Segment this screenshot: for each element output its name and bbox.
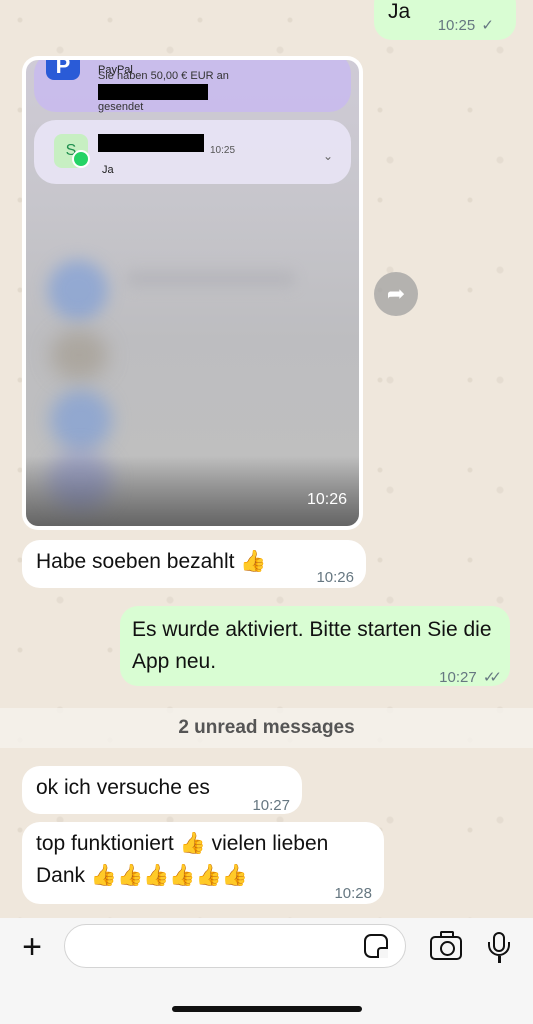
paypal-logo-icon: P [46, 60, 80, 80]
message-time: 10:26 [316, 569, 354, 586]
camera-icon[interactable] [430, 931, 462, 960]
notification-message: Ja [102, 164, 114, 176]
message-time: 10:28 [334, 885, 372, 902]
notification-body: Sie haben 50,00 € EUR an gesendet [98, 70, 229, 113]
notification-time: 10:25 [210, 145, 236, 156]
sticker-icon[interactable] [364, 934, 388, 958]
outgoing-message[interactable]: Es wurde aktiviert. Bitte starten Sie di… [120, 606, 510, 686]
outgoing-message[interactable]: Ja 10:25 ✓ [374, 0, 516, 40]
message-input[interactable] [64, 924, 406, 968]
chat-thread[interactable]: Ja 10:25 ✓ P PayPal Sie haben 50,00 € EU… [0, 0, 533, 920]
whatsapp-icon [72, 150, 90, 168]
screenshot-image[interactable]: P PayPal Sie haben 50,00 € EUR an gesend… [26, 60, 359, 526]
whatsapp-notification: S 10:25 Ja ⌄ [34, 120, 351, 184]
read-check-icon: ✓✓ [482, 669, 502, 686]
incoming-message[interactable]: top funktioniert 👍 vielen lieben Dank 👍👍… [22, 822, 384, 904]
image-message[interactable]: P PayPal Sie haben 50,00 € EUR an gesend… [22, 56, 363, 530]
message-time: 10:27 ✓✓ [439, 662, 502, 694]
incoming-message[interactable]: ok ich versuche es 10:27 [22, 766, 302, 814]
home-indicator[interactable] [172, 1006, 362, 1012]
plus-icon[interactable]: + [16, 930, 48, 964]
unread-messages-divider: 2 unread messages [0, 708, 533, 748]
message-text: ok ich versuche es [36, 776, 210, 799]
message-text: Habe soeben bezahlt 👍 [36, 550, 267, 573]
redaction-bar [98, 134, 204, 152]
sent-check-icon: ✓ [481, 17, 494, 34]
message-text: top funktioniert 👍 vielen lieben Dank 👍👍… [36, 832, 329, 887]
time-label: 10:27 [439, 669, 477, 686]
redaction-bar [98, 84, 208, 100]
message-time: 10:25 ✓ [438, 10, 494, 42]
time-label: 10:25 [437, 17, 476, 34]
message-text: Ja [388, 0, 411, 23]
paypal-notification: P PayPal Sie haben 50,00 € EUR an gesend… [34, 60, 351, 113]
microphone-icon[interactable] [486, 932, 512, 966]
chevron-down-icon: ⌄ [322, 149, 333, 163]
incoming-message[interactable]: Habe soeben bezahlt 👍 10:26 [22, 540, 366, 588]
message-time: 10:26 [306, 491, 347, 508]
forward-icon[interactable]: ➦ [374, 272, 418, 316]
message-time: 10:27 [252, 797, 290, 814]
